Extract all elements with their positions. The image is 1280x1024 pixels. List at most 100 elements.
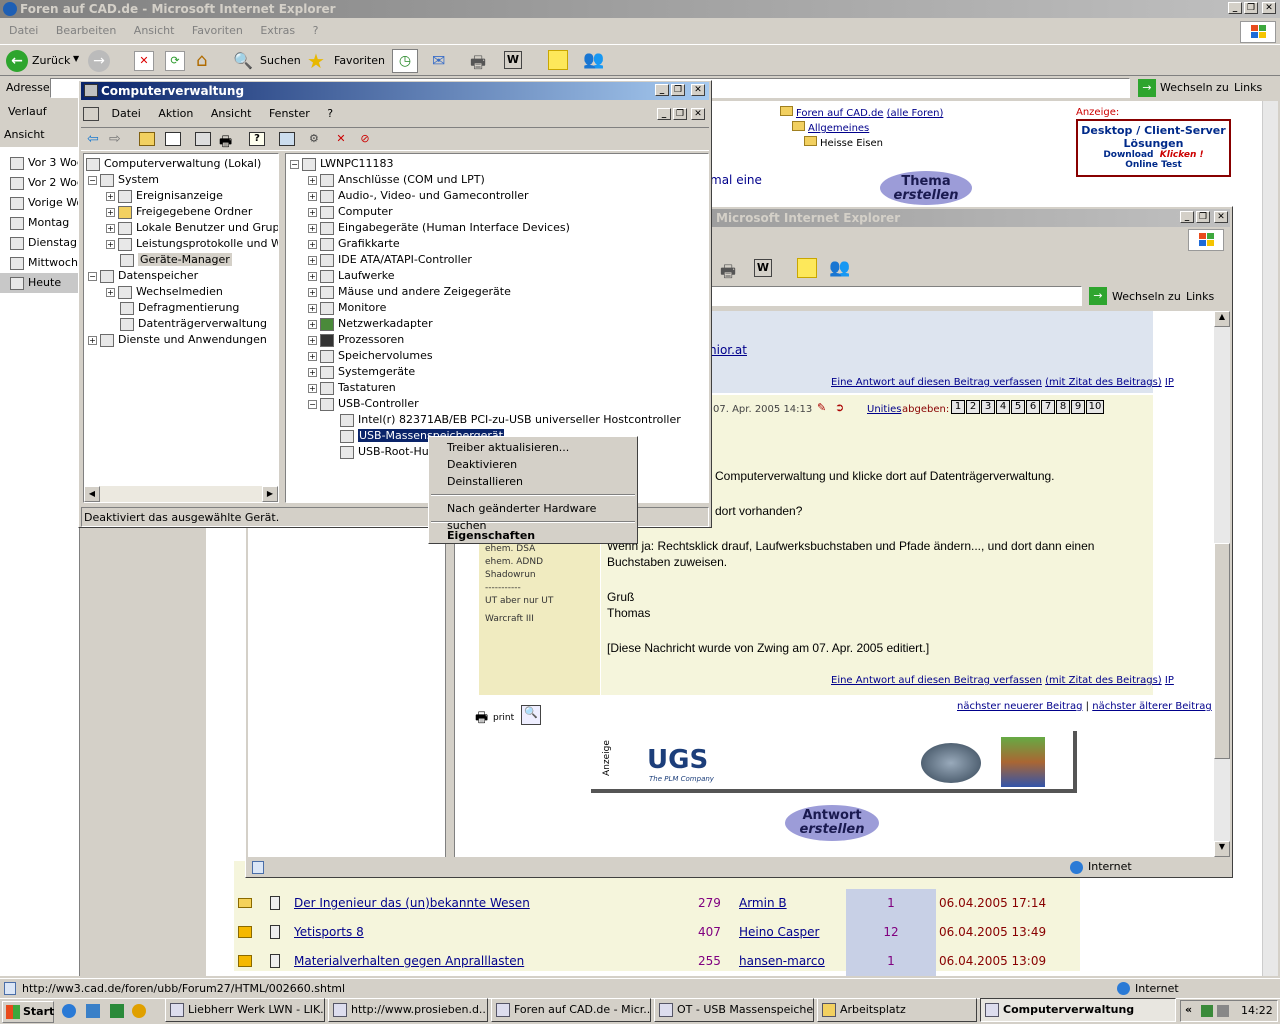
menu-ansicht[interactable]: Ansicht <box>204 105 259 123</box>
quicklaunch-ie-icon[interactable] <box>62 1004 76 1018</box>
go-arrow-icon[interactable]: → <box>1089 287 1107 305</box>
reply-link[interactable]: Eine Antwort auf diesen Beitrag verfasse… <box>831 377 1042 388</box>
history-item[interactable]: Heute <box>0 273 79 293</box>
tree-services[interactable]: + Dienste und Anwendungen <box>88 332 267 348</box>
thread-title[interactable]: Der Ingenieur das (un)bekannte Wesen <box>294 889 530 918</box>
menu-ansicht[interactable]: Ansicht <box>127 22 182 40</box>
quote-link[interactable]: (mit Zitat des Beitrags) <box>1045 377 1162 388</box>
print-icon[interactable]: 🖶 <box>219 131 232 155</box>
expand-icon[interactable]: + <box>308 351 317 361</box>
tree-hscrollbar[interactable]: ◀ ▶ <box>84 486 278 502</box>
menu-item-uninstall[interactable]: Deinstallieren <box>429 473 637 490</box>
child-restore-button[interactable]: ❐ <box>673 108 687 120</box>
back-icon[interactable]: ⇦ <box>87 131 99 147</box>
device-category-usb[interactable]: − USB-Controller <box>308 396 419 412</box>
main-scrollbar[interactable] <box>1262 101 1278 976</box>
go-arrow-icon[interactable]: → <box>1138 79 1156 97</box>
edit-post-icon[interactable]: ✎ <box>817 401 826 414</box>
scroll-left-button[interactable]: ◀ <box>84 486 100 502</box>
search-button-label[interactable]: Suchen <box>260 54 301 67</box>
scroll-up-button[interactable]: ▲ <box>1214 311 1230 327</box>
menu-help[interactable]: ? <box>320 105 340 123</box>
rating-4[interactable]: 4 <box>996 400 1010 414</box>
close-button[interactable]: ✕ <box>691 84 705 96</box>
device-item[interactable]: Intel(r) 82371AB/EB PCI-zu-USB universel… <box>340 412 681 428</box>
device-category[interactable]: + Tastaturen <box>308 380 396 396</box>
child-minimize-button[interactable]: _ <box>657 108 671 120</box>
device-category[interactable]: + Systemgeräte <box>308 364 415 380</box>
device-item[interactable]: USB-Root-Hub <box>340 444 436 460</box>
device-category[interactable]: + Laufwerke <box>308 268 395 284</box>
device-category[interactable]: + Grafikkarte <box>308 236 400 252</box>
go-button-label[interactable]: Wechseln zu <box>1112 290 1181 303</box>
thread-author[interactable]: Armin B <box>739 889 787 918</box>
ip-link[interactable]: IP <box>1165 377 1174 388</box>
up-folder-icon[interactable] <box>139 132 155 146</box>
collapse-icon[interactable]: − <box>308 399 317 409</box>
expand-icon[interactable]: + <box>308 175 317 185</box>
rating-7[interactable]: 7 <box>1041 400 1055 414</box>
ad-banner[interactable]: Desktop / Client-Server Lösungen Downloa… <box>1076 119 1231 177</box>
minimize-button[interactable]: _ <box>1180 211 1194 223</box>
expand-icon[interactable]: + <box>308 239 317 249</box>
edit-icon[interactable]: W <box>504 51 522 69</box>
menu-datei[interactable]: Datei <box>2 22 45 40</box>
collapse-icon[interactable]: − <box>290 159 299 169</box>
tree-item[interactable]: +Leistungsprotokolle und Warnungen <box>106 236 278 252</box>
minimize-button[interactable]: _ <box>655 84 669 96</box>
expand-icon[interactable]: + <box>106 207 115 217</box>
reply-link[interactable]: Eine Antwort auf diesen Beitrag verfasse… <box>831 675 1042 686</box>
menu-item-scan-hardware[interactable]: Nach geänderter Hardware suchen <box>429 500 637 532</box>
device-category[interactable]: + Monitore <box>308 300 386 316</box>
menu-aktion[interactable]: Aktion <box>151 105 200 123</box>
collapse-icon[interactable]: − <box>88 271 97 281</box>
thread-author[interactable]: hansen-marco <box>739 947 825 976</box>
taskbar-task[interactable]: http://www.prosieben.d... <box>328 998 488 1022</box>
help-icon[interactable]: ? <box>249 132 265 146</box>
menu-extras[interactable]: Extras <box>253 22 302 40</box>
star-icon[interactable]: ★ <box>307 49 325 73</box>
chevron-down-icon[interactable]: ▼ <box>73 54 79 63</box>
expand-icon[interactable]: + <box>308 207 317 217</box>
preview-icon[interactable]: 🔍 <box>521 705 541 725</box>
properties-icon[interactable] <box>195 132 211 146</box>
links-label[interactable]: Links <box>1186 290 1214 303</box>
rating-9[interactable]: 9 <box>1071 400 1085 414</box>
forward-icon[interactable]: → <box>88 50 110 72</box>
show-tree-icon[interactable] <box>165 132 181 146</box>
tree-item-device-manager[interactable]: Geräte-Manager <box>120 252 232 268</box>
ie-main-titlebar[interactable]: Foren auf CAD.de - Microsoft Internet Ex… <box>0 0 1280 18</box>
print-link[interactable]: print <box>493 713 514 723</box>
menu-bearbeiten[interactable]: Bearbeiten <box>49 22 123 40</box>
device-category[interactable]: + Audio-, Video- und Gamecontroller <box>308 188 529 204</box>
rating-6[interactable]: 6 <box>1026 400 1040 414</box>
note-icon[interactable] <box>797 258 817 278</box>
tree-item[interactable]: Defragmentierung <box>120 300 239 316</box>
expand-icon[interactable]: + <box>308 383 317 393</box>
expand-icon[interactable]: + <box>308 191 317 201</box>
device-category[interactable]: + Mäuse und andere Zeigegeräte <box>308 284 511 300</box>
unities-link[interactable]: Unities <box>867 404 902 415</box>
menu-datei[interactable]: Datei <box>105 105 148 123</box>
expand-icon[interactable]: + <box>308 335 317 345</box>
home-icon[interactable]: ⌂ <box>196 50 218 72</box>
taskbar-task[interactable]: OT - USB Massenspeiche... <box>654 998 814 1022</box>
newer-post-link[interactable]: nächster neuerer Beitrag <box>957 701 1083 712</box>
expand-icon[interactable]: + <box>308 223 317 233</box>
go-button-label[interactable]: Wechseln zu <box>1160 81 1229 94</box>
tree-item[interactable]: Datenträgerverwaltung <box>120 316 267 332</box>
history-view-button[interactable]: Ansicht <box>0 123 79 147</box>
history-item[interactable]: Vor 3 Wochen <box>0 153 79 173</box>
expand-icon[interactable]: + <box>106 191 115 201</box>
favorites-button-label[interactable]: Favoriten <box>334 54 385 67</box>
expand-icon[interactable]: + <box>88 335 97 345</box>
ugs-banner[interactable]: Anzeige UGS The PLM Company <box>591 731 1077 793</box>
maximize-button[interactable]: ❐ <box>1244 2 1258 14</box>
taskbar-task[interactable]: Liebherr Werk LWN - LIK... <box>165 998 325 1022</box>
collapse-icon[interactable]: − <box>88 175 97 185</box>
rating-10[interactable]: 10 <box>1086 400 1104 414</box>
tree-item[interactable]: + Freigegebene Ordner <box>106 204 252 220</box>
quote-link[interactable]: (mit Zitat des Beitrags) <box>1045 675 1162 686</box>
tree-item[interactable]: + Wechselmedien <box>106 284 223 300</box>
breadcrumb-all[interactable]: (alle Foren) <box>887 108 944 119</box>
